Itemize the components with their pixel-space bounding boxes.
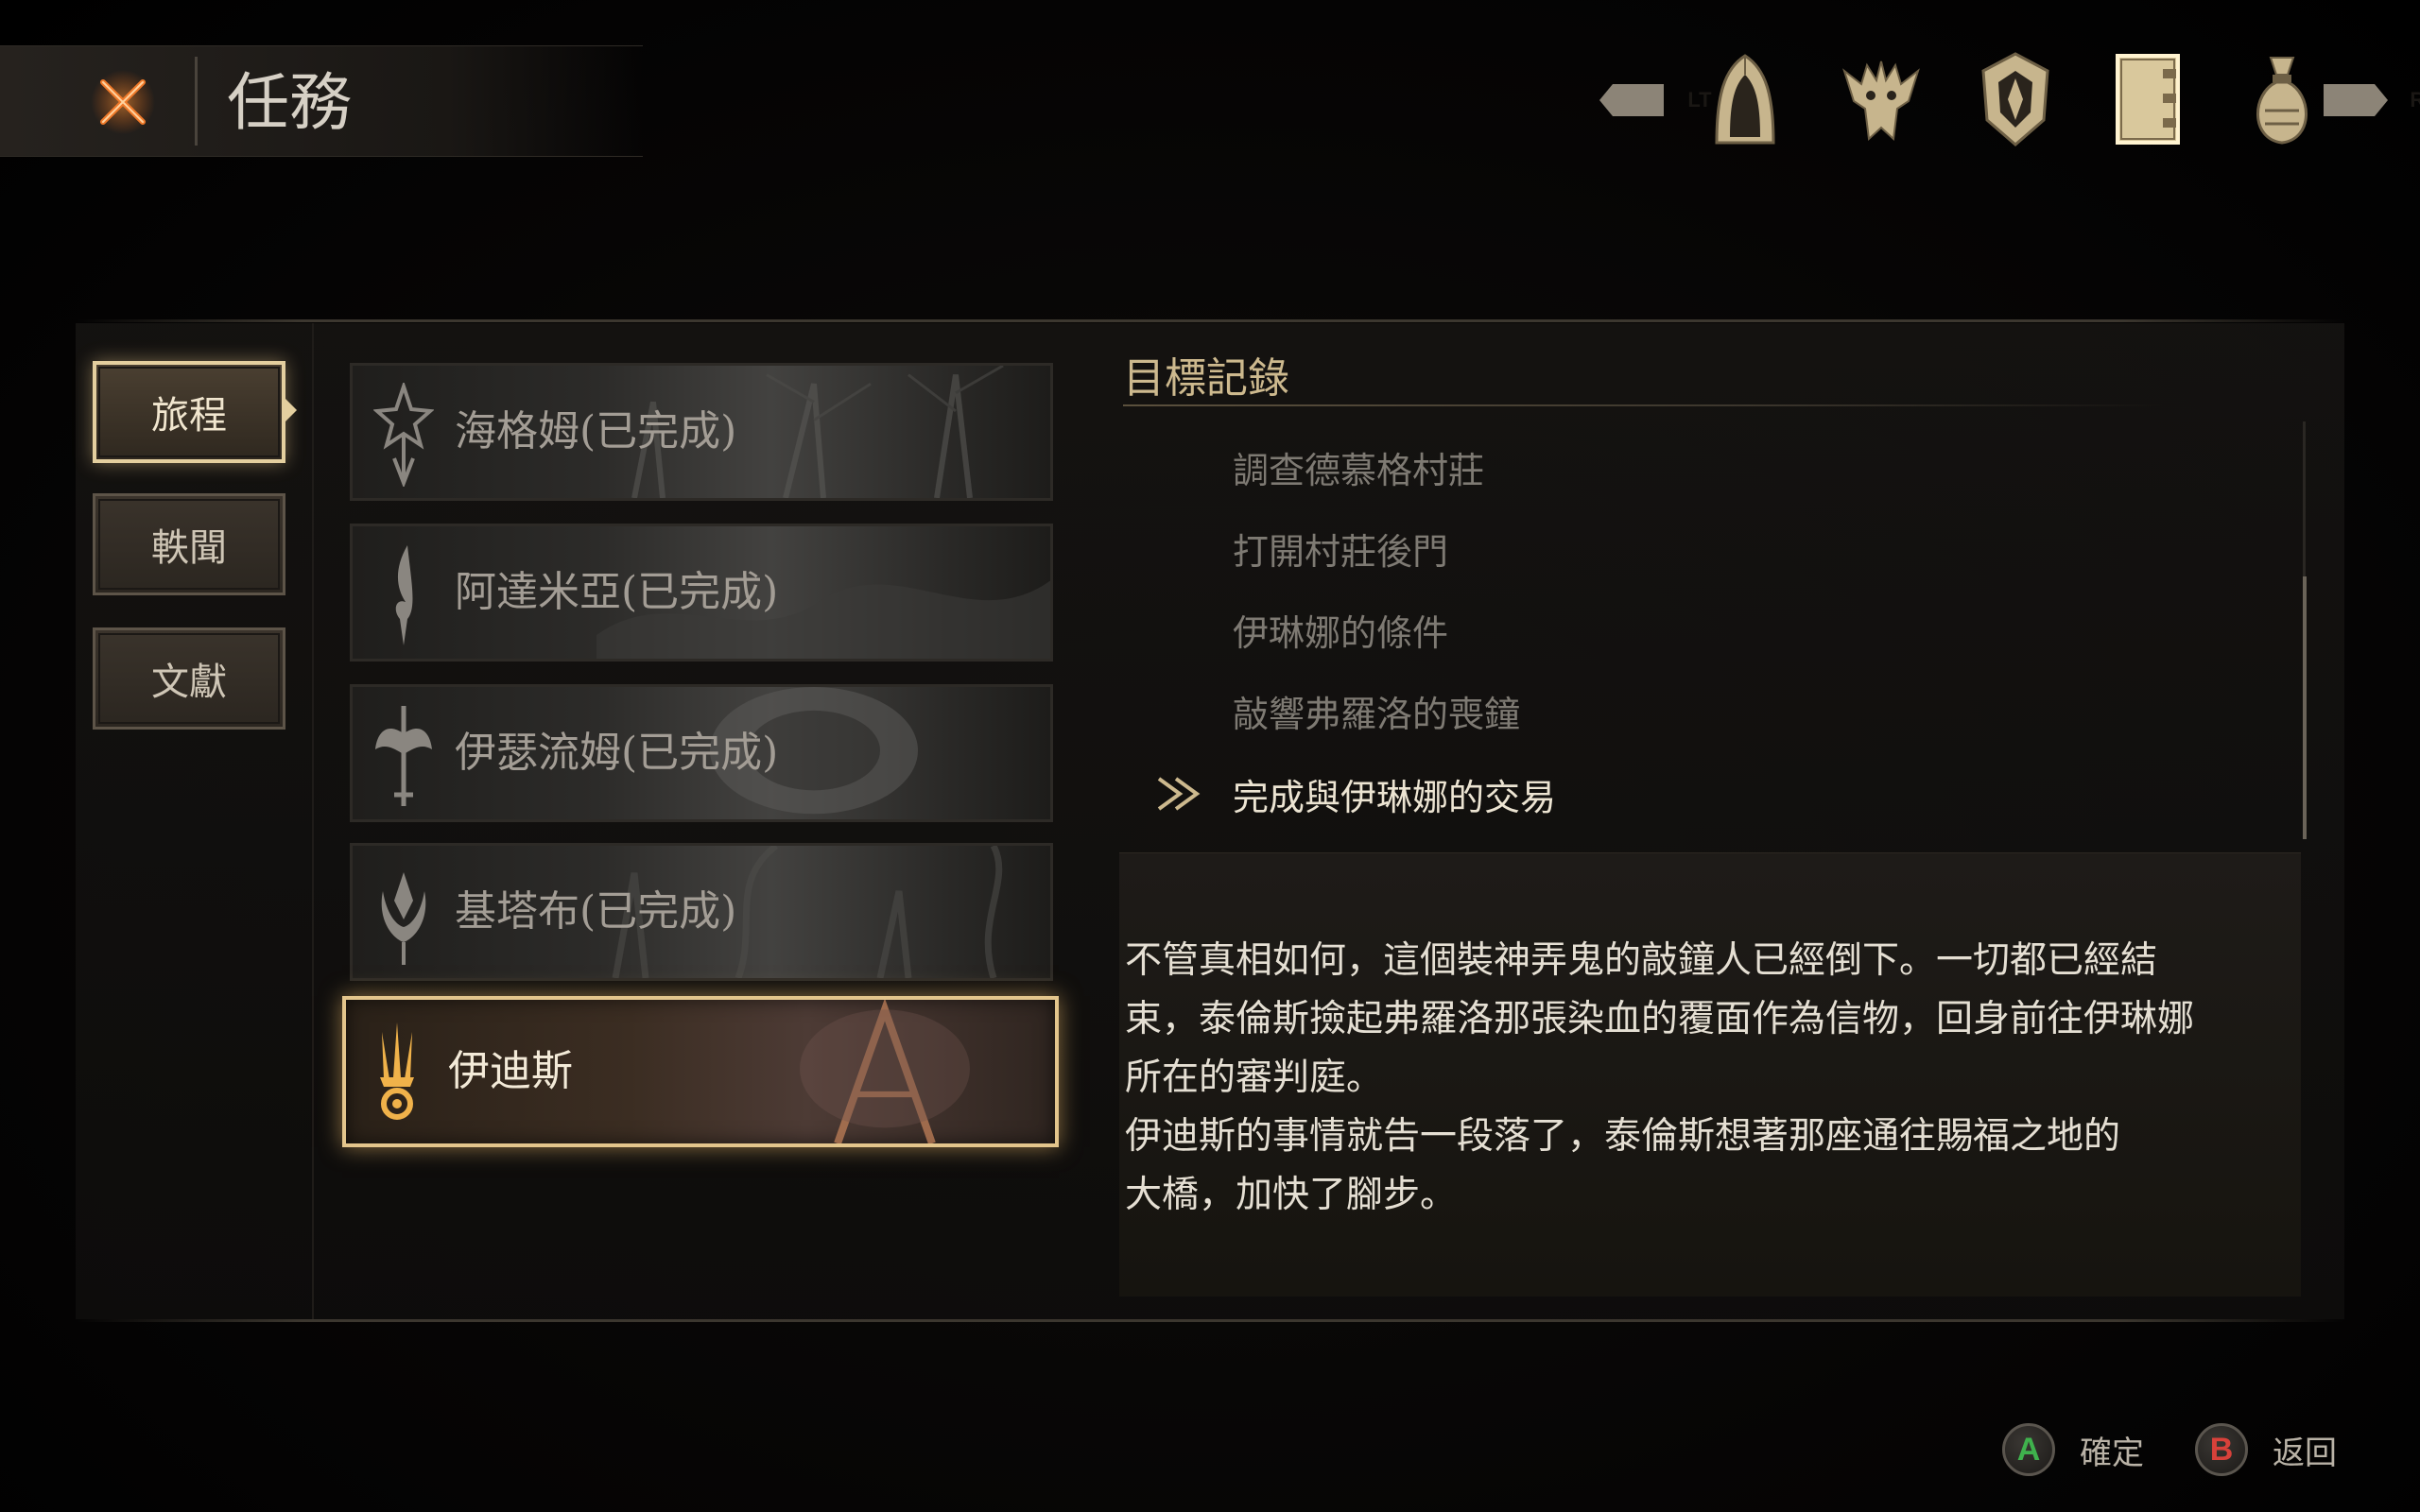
objective-item: 伊琳娜的條件 xyxy=(1233,612,1449,654)
back-label: 返回 xyxy=(2273,1434,2337,1472)
a-button-icon: A xyxy=(2002,1423,2055,1476)
quest-item-yiseliumu[interactable]: 伊瑟流姆(已完成) xyxy=(350,684,1053,822)
coin-pouch-icon xyxy=(2256,57,2308,145)
winged-sword-icon xyxy=(375,706,432,806)
quest-label: 海格姆(已完成) xyxy=(455,407,737,455)
description-line: 束，泰倫斯撿起弗羅洛那張染血的覆面作為信物，回身前往伊琳娜 xyxy=(1125,998,2195,1040)
objectives-header-underline xyxy=(1123,404,2163,406)
objective-item: 打開村莊後門 xyxy=(1233,531,1449,573)
quest-item-hegemu[interactable]: 海格姆(已完成) xyxy=(350,363,1053,501)
description-line: 大橋，加快了腳步。 xyxy=(1125,1174,1458,1216)
top-nav: LT R xyxy=(1598,38,2420,161)
star-spire-icon xyxy=(373,383,434,487)
objective-item-current: 完成與伊琳娜的交易 xyxy=(1233,777,1557,818)
rt-trigger-button[interactable]: RT xyxy=(2322,81,2420,119)
quest-screen: 任務 LT R 旅程 軼聞 文獻 海格姆(已完成) 阿達米亞(已完成) 伊瑟流姆… xyxy=(0,0,2420,1512)
flame-blade-icon xyxy=(395,545,413,645)
rt-trigger-shape xyxy=(2324,84,2388,116)
close-x-icon xyxy=(91,70,155,134)
confirm-label: 確定 xyxy=(2080,1434,2144,1472)
rt-trigger-label: RT xyxy=(2410,88,2420,112)
quest-label: 基塔布(已完成) xyxy=(455,887,737,936)
main-bottom-divider xyxy=(76,1319,2344,1322)
description-line: 伊迪斯的事情就告一段落了，泰倫斯想著那座通往賜福之地的 xyxy=(1125,1115,2121,1158)
page-title: 任務 xyxy=(227,66,352,139)
quest-item-yidisi[interactable]: 伊迪斯 xyxy=(342,996,1059,1147)
quest-item-jitabu[interactable]: 基塔布(已完成) xyxy=(350,843,1053,981)
header-divider xyxy=(195,57,198,146)
tab-documents-label: 文獻 xyxy=(151,661,227,704)
b-button-icon: B xyxy=(2195,1423,2248,1476)
back-prompt[interactable]: B 返回 xyxy=(2195,1421,2337,1478)
nav-journal[interactable] xyxy=(2091,38,2204,161)
tab-journey-label: 旅程 xyxy=(151,394,227,438)
nav-hood[interactable] xyxy=(1688,38,1802,161)
tab-anecdotes-label: 軼聞 xyxy=(151,526,227,570)
objectives-header: 目標記錄 xyxy=(1123,354,1289,403)
quest-label: 伊迪斯 xyxy=(448,1047,573,1095)
crest-shield-icon xyxy=(1981,52,2049,146)
lt-trigger-shape xyxy=(1599,84,1664,116)
tab-journey[interactable]: 旅程 xyxy=(93,361,285,463)
close-button[interactable] xyxy=(79,59,166,146)
quest-label: 阿達米亞(已完成) xyxy=(455,568,779,616)
main-top-divider xyxy=(76,319,2344,322)
tab-documents[interactable]: 文獻 xyxy=(93,627,285,730)
description-line: 不管真相如何，這個裝神弄鬼的敲鐘人已經倒下。一切都已經結 xyxy=(1125,939,2158,982)
confirm-prompt[interactable]: A 確定 xyxy=(2002,1421,2144,1478)
current-objective-marker-icon xyxy=(1157,777,1201,811)
lt-trigger-button[interactable]: LT xyxy=(1598,81,1712,119)
objective-item: 敲響弗羅洛的喪鐘 xyxy=(1233,694,1521,735)
active-tab-pointer xyxy=(284,397,297,423)
quest-label: 伊瑟流姆(已完成) xyxy=(455,729,779,777)
objectives-scrollbar-thumb[interactable] xyxy=(2303,576,2307,839)
beast-skull-icon xyxy=(1842,60,1920,142)
description-line: 所在的審判庭。 xyxy=(1125,1057,1384,1099)
tab-anecdotes[interactable]: 軼聞 xyxy=(93,493,285,595)
quest-item-adamia[interactable]: 阿達米亞(已完成) xyxy=(350,524,1053,662)
column-divider xyxy=(312,323,314,1319)
hood-icon xyxy=(1715,54,1775,145)
nav-beast[interactable] xyxy=(1824,38,1938,161)
quest-background-art xyxy=(800,1000,970,1143)
nav-crest[interactable] xyxy=(1959,38,2072,161)
horned-emblem-icon xyxy=(381,872,426,965)
trident-flame-icon xyxy=(380,1022,414,1120)
objective-item: 調查德慕格村莊 xyxy=(1233,450,1485,491)
journal-book-icon xyxy=(2116,54,2180,145)
